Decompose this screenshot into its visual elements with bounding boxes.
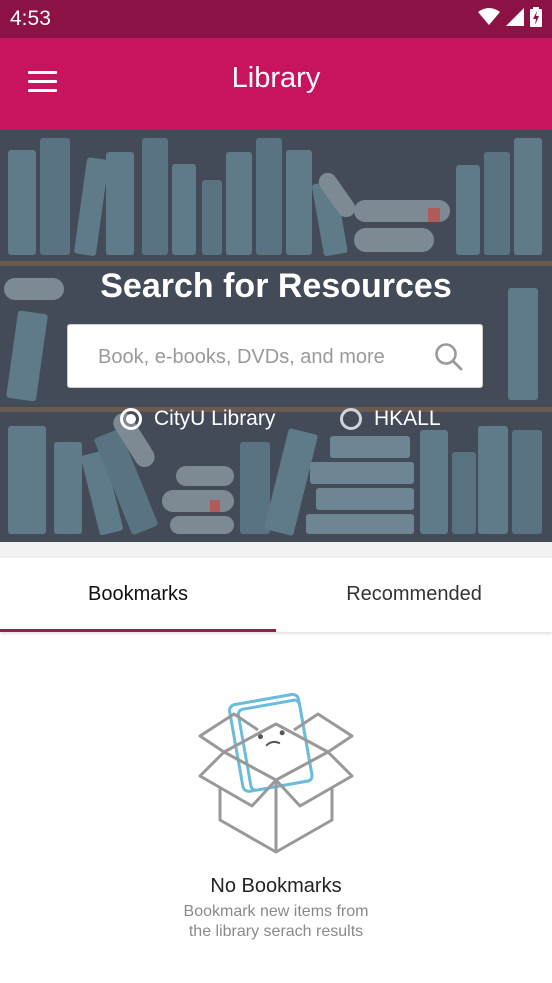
empty-box-illustration [198, 692, 354, 854]
radio-unselected-icon [340, 408, 362, 430]
radio-cityu-library[interactable]: CityU Library [120, 407, 275, 431]
search-input[interactable] [96, 325, 420, 389]
search-box [67, 324, 483, 389]
search-icon[interactable] [434, 342, 464, 372]
library-radio-group: CityU Library HKALL [0, 407, 552, 439]
empty-state-title: No Bookmarks [210, 875, 342, 897]
app-bar: Library [0, 38, 552, 130]
tab-recommended[interactable]: Recommended [276, 558, 552, 632]
radio-hkall[interactable]: HKALL [340, 407, 441, 431]
empty-state: No Bookmarks Bookmark new items from the… [0, 632, 552, 983]
empty-state-subtitle-line1: Bookmark new items from [183, 903, 369, 920]
empty-state-subtitle-line2: the library serach results [188, 923, 364, 940]
status-bar: 4:53 [0, 0, 552, 38]
status-time: 4:53 [10, 7, 51, 30]
hero-title: Search for Resources [100, 267, 452, 305]
section-divider [0, 542, 552, 558]
battery-icon [530, 7, 542, 27]
wifi-icon [478, 8, 500, 25]
tab-bookmarks[interactable]: Bookmarks [0, 558, 276, 632]
status-icons [478, 7, 542, 27]
signal-icon [506, 8, 524, 26]
radio-label-hkall: HKALL [374, 407, 441, 430]
search-hero: Search for Resources CityU Library HKALL [0, 130, 552, 542]
tab-bar: Bookmarks Recommended [0, 558, 552, 632]
radio-label-cityu: CityU Library [154, 407, 276, 430]
radio-selected-icon [120, 408, 142, 430]
page-title: Library [231, 62, 321, 94]
empty-state-subtitle: Bookmark new items from the library sera… [0, 902, 552, 942]
